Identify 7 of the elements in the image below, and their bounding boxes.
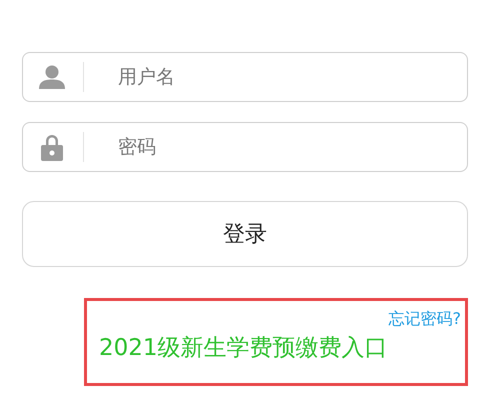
forgot-password-link[interactable]: 忘记密码?	[388, 307, 461, 331]
input-field[interactable]: 用户名	[22, 52, 468, 102]
login-button[interactable]: 登录	[22, 201, 468, 267]
input-field[interactable]: 密码	[22, 122, 468, 172]
fee-payment-link[interactable]: 2021级新生学费预缴费入口	[99, 331, 388, 366]
lock-icon	[41, 133, 63, 161]
user-icon	[39, 65, 65, 89]
